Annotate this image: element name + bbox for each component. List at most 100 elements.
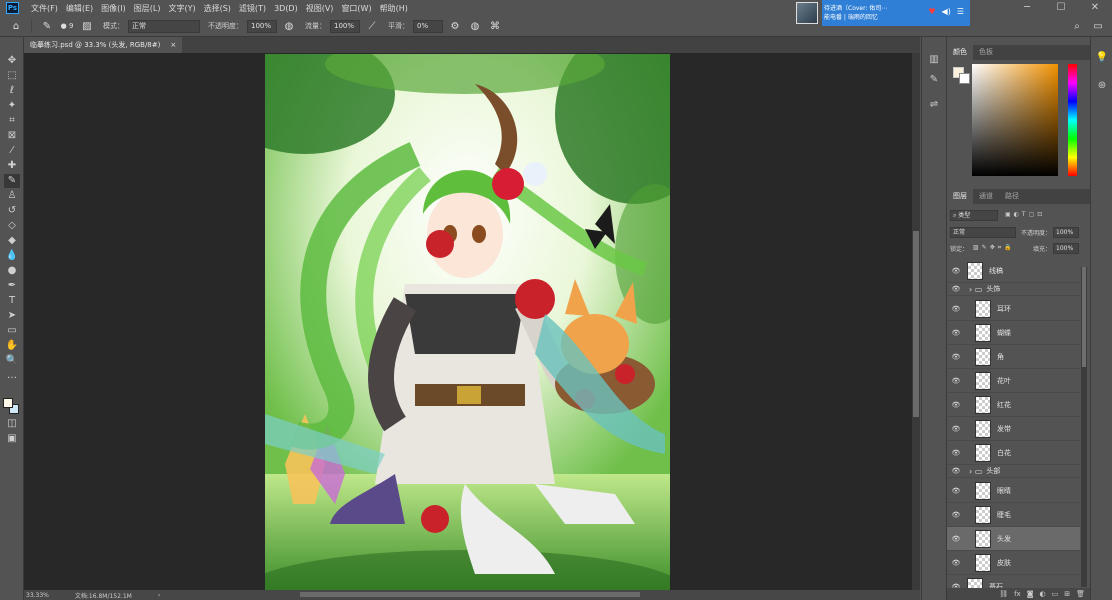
menu-type[interactable]: 文字(Y) (164, 3, 199, 14)
brush-preset-picker[interactable]: ● 9 (59, 22, 75, 30)
tab-swatches[interactable]: 色板 (973, 45, 999, 60)
layer-group-row[interactable]: 👁 › ▭ 头部 (947, 465, 1080, 478)
layer-row[interactable]: 👁 红花 (947, 393, 1080, 417)
brush-tool-icon[interactable]: ✎ (4, 174, 20, 188)
canvas-horizontal-scrollbar[interactable] (300, 592, 640, 597)
smoothing-field[interactable]: 0% (413, 19, 443, 33)
mode-select[interactable]: 正常 (128, 19, 200, 33)
home-icon[interactable]: ⌂ (8, 21, 24, 32)
zoom-level[interactable]: 33.33% (26, 592, 49, 599)
link-icon[interactable]: ⛓ (999, 590, 1008, 598)
tab-paths[interactable]: 路径 (999, 189, 1025, 204)
type-tool-icon[interactable]: T (4, 294, 20, 308)
visibility-eye-icon[interactable]: 👁 (949, 559, 963, 567)
quick-mask-icon[interactable]: ◫ (4, 417, 20, 431)
eyedropper-tool-icon[interactable]: ⁄ (4, 144, 20, 158)
visibility-eye-icon[interactable]: 👁 (949, 449, 963, 457)
color-picker-field[interactable] (972, 64, 1058, 176)
tab-color[interactable]: 颜色 (947, 45, 973, 60)
workspace-icon[interactable]: ▭ (1090, 21, 1106, 32)
folder-icon[interactable]: ▭ (1052, 590, 1059, 598)
close-icon[interactable]: ✕ (1078, 0, 1112, 16)
layer-opacity-field[interactable]: 100% (1053, 227, 1079, 238)
canvas-area[interactable] (24, 53, 912, 590)
layer-row[interactable]: 👁 白花 (947, 441, 1080, 465)
scroll-thumb[interactable] (913, 231, 919, 417)
magic-wand-tool-icon[interactable]: ✦ (4, 99, 20, 113)
layer-row[interactable]: 👁 发带 (947, 417, 1080, 441)
brush-tool-icon[interactable]: ✎ (39, 21, 55, 32)
canvas-vertical-scrollbar[interactable] (912, 53, 920, 590)
visibility-eye-icon[interactable]: 👁 (949, 267, 963, 275)
tab-close-icon[interactable]: × (170, 41, 176, 49)
history-panel-icon[interactable]: ▥ (927, 53, 941, 67)
hue-slider[interactable] (1068, 64, 1077, 176)
visibility-eye-icon[interactable]: 👁 (949, 353, 963, 361)
filter-icons[interactable]: ▣◐T▢⊡ (1005, 211, 1045, 218)
frame-tool-icon[interactable]: ⊠ (4, 129, 20, 143)
opacity-field[interactable]: 100% (247, 19, 277, 33)
layer-row[interactable]: 👁 皮肤 (947, 551, 1080, 575)
pressure-opacity-icon[interactable]: ◍ (281, 21, 297, 32)
status-arrow-icon[interactable]: › (158, 592, 160, 599)
visibility-eye-icon[interactable]: 👁 (949, 535, 963, 543)
layer-row[interactable]: 👁 眼睛 (947, 479, 1080, 503)
layer-row[interactable]: 👁 角 (947, 345, 1080, 369)
blur-tool-icon[interactable]: 💧 (4, 249, 20, 263)
visibility-eye-icon[interactable]: 👁 (949, 377, 963, 385)
move-tool-icon[interactable]: ✥ (4, 54, 20, 68)
new-layer-icon[interactable]: ⊞ (1064, 590, 1070, 598)
lasso-tool-icon[interactable]: ℓ (4, 84, 20, 98)
screen-mode-icon[interactable]: ▣ (4, 432, 20, 446)
clone-stamp-tool-icon[interactable]: ♙ (4, 189, 20, 203)
fx-icon[interactable]: fx (1014, 590, 1021, 598)
heart-icon[interactable]: ♥ (928, 7, 935, 16)
layer-row[interactable]: 👁 头发 (947, 527, 1080, 551)
brush-settings-icon[interactable]: ▨ (79, 21, 95, 32)
pen-tool-icon[interactable]: ✒ (4, 279, 20, 293)
gear-icon[interactable]: ⚙ (447, 21, 463, 32)
background-color-chip[interactable] (959, 73, 970, 84)
maximize-icon[interactable]: ☐ (1044, 0, 1078, 16)
visibility-eye-icon[interactable]: 👁 (949, 467, 963, 475)
healing-brush-tool-icon[interactable]: ✚ (4, 159, 20, 173)
visibility-eye-icon[interactable]: 👁 (949, 305, 963, 313)
tab-layers[interactable]: 图层 (947, 189, 973, 204)
adjustments-panel-icon[interactable]: ⇌ (927, 98, 941, 112)
layer-row[interactable]: 👁 线稿 (947, 259, 1080, 283)
folder-icon[interactable]: › ▭ (969, 285, 982, 294)
hand-tool-icon[interactable]: ✋ (4, 339, 20, 353)
minimize-icon[interactable]: ─ (1010, 0, 1044, 16)
path-selection-tool-icon[interactable]: ➤ (4, 309, 20, 323)
lock-icons[interactable]: ▨✎✥⌗🔒 (973, 244, 1015, 252)
learn-icon[interactable]: 💡 (1095, 51, 1109, 65)
menu-edit[interactable]: 编辑(E) (62, 3, 97, 14)
music-notification[interactable]: 待进酒（Cover: 佑司⋯ 能电番 | 瑞雨的回忆 ♥ ◀) ☰ (796, 0, 970, 26)
menu-3d[interactable]: 3D(D) (270, 4, 302, 13)
trash-icon[interactable]: 🗑 (1076, 590, 1085, 598)
layer-group-row[interactable]: 👁 › ▭ 头饰 (947, 283, 1080, 296)
menu-layer[interactable]: 图层(L) (130, 3, 165, 14)
visibility-eye-icon[interactable]: 👁 (949, 285, 963, 293)
menu-window[interactable]: 窗口(W) (337, 3, 375, 14)
search-icon[interactable]: ⌕ (1069, 21, 1085, 32)
paint-bucket-tool-icon[interactable]: ◆ (4, 234, 20, 248)
more-tools-icon[interactable]: … (4, 369, 20, 383)
visibility-eye-icon[interactable]: 👁 (949, 487, 963, 495)
menu-select[interactable]: 选择(S) (200, 3, 235, 14)
menu-icon[interactable]: ☰ (957, 7, 964, 16)
eraser-tool-icon[interactable]: ◇ (4, 219, 20, 233)
layers-scroll-thumb[interactable] (1082, 267, 1086, 367)
mask-icon[interactable]: ◙ (1027, 590, 1034, 598)
volume-icon[interactable]: ◀) (942, 7, 951, 16)
menu-filter[interactable]: 滤镜(T) (235, 3, 270, 14)
flow-field[interactable]: 100% (330, 19, 360, 33)
menu-file[interactable]: 文件(F) (27, 3, 62, 14)
visibility-eye-icon[interactable]: 👁 (949, 425, 963, 433)
rectangle-tool-icon[interactable]: ▭ (4, 324, 20, 338)
artwork-canvas[interactable] (265, 54, 670, 590)
zoom-tool-icon[interactable]: 🔍 (4, 354, 20, 368)
tab-document[interactable]: 临摹练习.psd @ 33.3% (头发, RGB/8#) × (24, 37, 183, 53)
marquee-tool-icon[interactable]: ⬚ (4, 69, 20, 83)
dodge-tool-icon[interactable]: ● (4, 264, 20, 278)
